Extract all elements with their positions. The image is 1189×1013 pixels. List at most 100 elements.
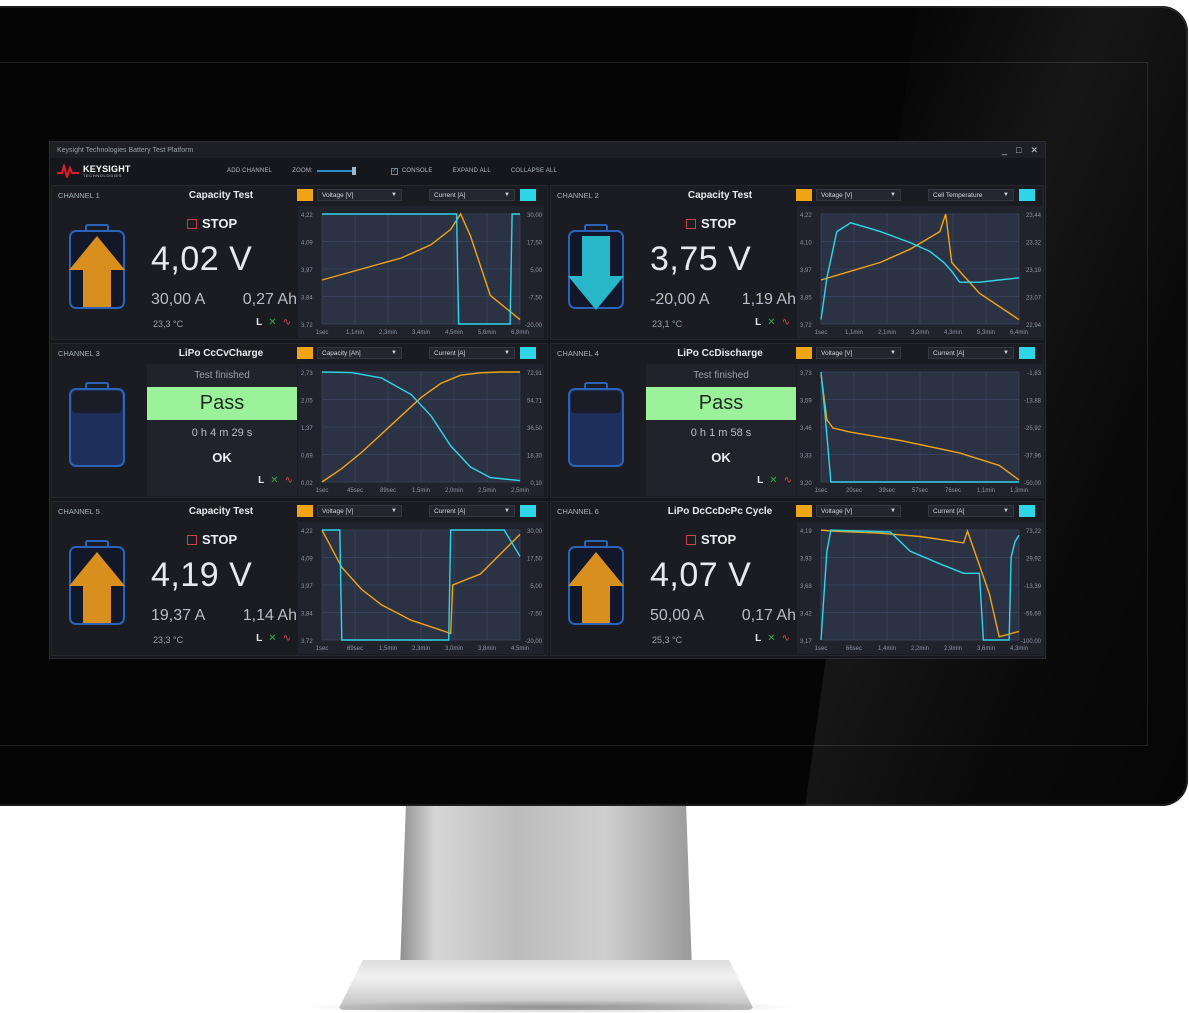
test-finished-label: Test finished [194, 370, 250, 381]
stop-label: STOP [202, 216, 238, 231]
chevron-down-icon: ▼ [890, 192, 896, 198]
x-tick-label: 6,4min [1010, 330, 1028, 336]
chevron-down-icon: ▼ [890, 508, 896, 514]
right-series-value: Current [A] [434, 349, 466, 357]
right-series-select[interactable]: Current [A] ▼ [429, 189, 515, 201]
y-tick-label-left: 3,59 [800, 399, 812, 405]
y-tick-label-right: 23,32 [1026, 241, 1042, 247]
y-tick-label-right: 23,44 [1026, 213, 1042, 219]
waveform-icon[interactable]: ∿ [782, 633, 790, 644]
channel-name: CHANNEL 6 [557, 506, 599, 516]
collapse-all-button[interactable]: COLLAPSE ALL [511, 168, 557, 174]
zoom-label: ZOOM: [292, 168, 313, 174]
channel-name: CHANNEL 2 [557, 190, 599, 200]
right-series-select[interactable]: Cell Temperature ▼ [928, 189, 1014, 201]
voltage-value: 3,75 V [650, 240, 752, 278]
keysight-wave-icon [57, 164, 79, 178]
channel-header: CHANNEL 1 Capacity Test Voltage [V] ▼ Curren… [52, 186, 547, 204]
x-tick-label: 69sec [347, 646, 363, 652]
right-series-select[interactable]: Current [A] ▼ [928, 505, 1014, 517]
stop-button[interactable]: STOP [686, 216, 736, 231]
close-icon[interactable]: ✕ [268, 317, 276, 328]
log-icon[interactable]: L [755, 633, 761, 644]
y-tick-label-right: 72,91 [527, 371, 543, 377]
keysight-logo: KEYSIGHT TECHNOLOGIES [57, 164, 227, 178]
y-tick-label-right: 22,94 [1026, 323, 1042, 329]
y-tick-label-right: -37,96 [1024, 454, 1042, 460]
right-series-select[interactable]: Current [A] ▼ [928, 347, 1014, 359]
elapsed-time: 0 h 1 m 58 s [690, 427, 752, 439]
close-icon[interactable]: ✕ [767, 317, 775, 328]
test-name: LiPo CcDischarge [677, 347, 763, 359]
waveform-icon[interactable]: ∿ [285, 475, 293, 486]
close-button[interactable]: ✕ [1030, 145, 1038, 156]
right-series-swatch [520, 189, 536, 201]
x-tick-label: 2,1min [878, 330, 896, 336]
console-checkbox[interactable]: ✓ [390, 167, 398, 175]
y-tick-label-left: 4,22 [301, 213, 313, 219]
left-series-select[interactable]: Voltage [V] ▼ [317, 189, 402, 201]
right-series-select[interactable]: Current [A] ▼ [429, 347, 515, 359]
minimize-button[interactable]: _ [1002, 145, 1007, 156]
stop-button[interactable]: STOP [187, 216, 237, 231]
channel-plot: 4,22 4,10 3,97 3,85 3,72 23,44 23,32 23,19 23,07… [797, 206, 1043, 338]
stop-button[interactable]: STOP [187, 532, 237, 547]
close-icon[interactable]: ✕ [769, 475, 777, 486]
x-tick-label: 1sec [815, 330, 828, 336]
stop-button[interactable]: STOP [686, 532, 736, 547]
ok-button[interactable]: OK [147, 450, 297, 465]
waveform-icon[interactable]: ∿ [782, 317, 790, 328]
right-series-swatch [1019, 189, 1035, 201]
left-series-select[interactable]: Voltage [V] ▼ [816, 189, 901, 201]
right-series-select[interactable]: Current [A] ▼ [429, 505, 515, 517]
x-tick-label: 89sec [380, 488, 396, 494]
x-tick-label: 3,6min [977, 646, 995, 652]
x-tick-label: 1,4min [878, 646, 896, 652]
right-series-value: Current [A] [933, 349, 965, 357]
maximize-button[interactable]: □ [1016, 145, 1021, 156]
left-series-value: Voltage [V] [821, 349, 853, 357]
zoom-slider[interactable] [316, 167, 356, 175]
add-channel-button[interactable]: ADD CHANNEL [227, 168, 272, 174]
x-tick-label: 20sec [846, 488, 862, 494]
close-icon[interactable]: ✕ [270, 475, 278, 486]
left-series-select[interactable]: Voltage [V] ▼ [816, 505, 901, 517]
y-tick-label-right: -50,00 [1024, 481, 1042, 487]
log-icon[interactable]: L [256, 317, 262, 328]
channel-panel: CHANNEL 5 Capacity Test Voltage [V] ▼ Curren… [51, 501, 548, 656]
channel-readout: STOP 4,19 V 19,37 A 1,14 Ah 23,3 °C L ✕ ∿ [147, 522, 297, 654]
close-icon[interactable]: ✕ [268, 633, 276, 644]
toolbar: KEYSIGHT TECHNOLOGIES ADD CHANNEL ZOOM: … [50, 158, 1045, 184]
left-series-select[interactable]: Voltage [V] ▼ [317, 505, 402, 517]
y-tick-label-left: 4,22 [800, 213, 812, 219]
monitor-stand [400, 806, 692, 971]
left-series-value: Voltage [V] [322, 191, 354, 199]
y-tick-label-right: 5,00 [530, 268, 542, 274]
left-series-value: Voltage [V] [821, 191, 853, 199]
expand-all-button[interactable]: EXPAND ALL [453, 168, 491, 174]
channel-panel: CHANNEL 1 Capacity Test Voltage [V] ▼ Curren… [51, 185, 548, 340]
close-icon[interactable]: ✕ [767, 633, 775, 644]
y-tick-label-right: -7,50 [528, 612, 542, 618]
log-icon[interactable]: L [256, 633, 262, 644]
waveform-icon[interactable]: ∿ [283, 317, 291, 328]
status-icons: L ✕ ∿ [755, 317, 790, 328]
log-icon[interactable]: L [258, 475, 264, 486]
log-icon[interactable]: L [757, 475, 763, 486]
waveform-icon[interactable]: ∿ [784, 475, 792, 486]
capacity-value: 0,27 Ah [242, 291, 297, 308]
left-series-swatch [796, 347, 812, 359]
ok-button[interactable]: OK [646, 450, 796, 465]
y-tick-label-right: -7,50 [528, 296, 542, 302]
y-tick-label-left: 1,37 [301, 426, 313, 432]
left-series-select[interactable]: Capacity [Ah] ▼ [317, 347, 402, 359]
log-icon[interactable]: L [755, 317, 761, 328]
console-label: CONSOLE [401, 168, 433, 174]
waveform-icon[interactable]: ∿ [283, 633, 291, 644]
y-tick-label-left: 3,97 [301, 584, 313, 590]
left-series-select[interactable]: Voltage [V] ▼ [816, 347, 901, 359]
channel-panel: CHANNEL 6 LiPo DcCcDcPc Cycle Voltage [V] ▼… [550, 501, 1044, 656]
x-tick-label: 1sec [316, 646, 329, 652]
console-toggle[interactable]: ✓ CONSOLE [390, 167, 433, 175]
y-tick-label-right: -13,39 [1024, 584, 1042, 590]
